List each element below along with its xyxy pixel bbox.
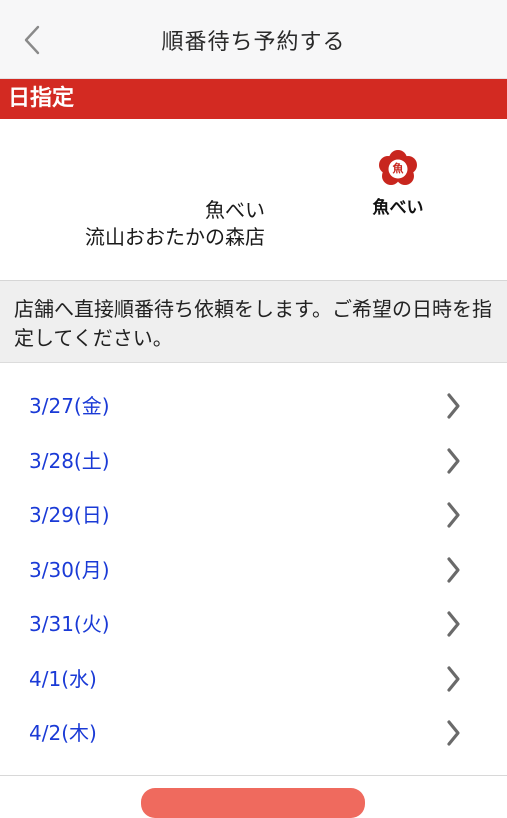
notice-text: 店舗へ直接順番待ち依頼をします。ご希望の日時を指定してください。 <box>0 281 507 363</box>
date-item-0329[interactable]: 3/29(日) <box>0 488 507 543</box>
chevron-right-icon <box>447 665 460 692</box>
date-item-0328[interactable]: 3/28(土) <box>0 434 507 489</box>
date-list: 3/27(金) 3/28(土) 3/29(日) 3/30(月) 3/31(火) … <box>0 379 507 761</box>
date-item-0401[interactable]: 4/1(水) <box>0 652 507 707</box>
date-label: 3/30(月) <box>29 557 110 582</box>
primary-action-button[interactable] <box>141 788 365 818</box>
date-item-0327[interactable]: 3/27(金) <box>0 379 507 434</box>
logo-mark: 魚 <box>392 162 404 175</box>
date-item-0402[interactable]: 4/2(木) <box>0 706 507 761</box>
store-info: 魚べい 流山おおたかの森店 魚 魚べい <box>0 119 507 281</box>
date-label: 4/1(水) <box>29 666 97 691</box>
store-name: 魚べい 流山おおたかの森店 <box>85 197 265 251</box>
store-name-branch: 流山おおたかの森店 <box>85 225 265 249</box>
store-logo: 魚 魚べい <box>360 149 436 219</box>
chevron-right-icon <box>447 611 460 637</box>
chevron-right-icon <box>447 447 460 474</box>
chevron-right-icon <box>447 393 460 419</box>
date-label: 3/29(日) <box>29 503 110 527</box>
date-label: 3/27(金) <box>29 394 110 418</box>
chevron-right-icon <box>447 720 460 746</box>
date-item-0331[interactable]: 3/31(火) <box>0 597 507 652</box>
date-label: 3/28(土) <box>29 448 110 473</box>
store-name-brand: 魚べい <box>205 198 265 222</box>
header-bar: 順番待ち予約する <box>0 0 507 79</box>
logo-text: 魚べい <box>372 198 424 218</box>
page-title: 順番待ち予約する <box>161 30 346 55</box>
date-label: 3/31(火) <box>29 612 110 636</box>
section-title: 日指定 <box>0 79 507 119</box>
date-item-0330[interactable]: 3/30(月) <box>0 543 507 598</box>
date-label: 4/2(木) <box>29 721 97 745</box>
chevron-right-icon <box>447 502 460 528</box>
chevron-right-icon <box>447 556 460 583</box>
